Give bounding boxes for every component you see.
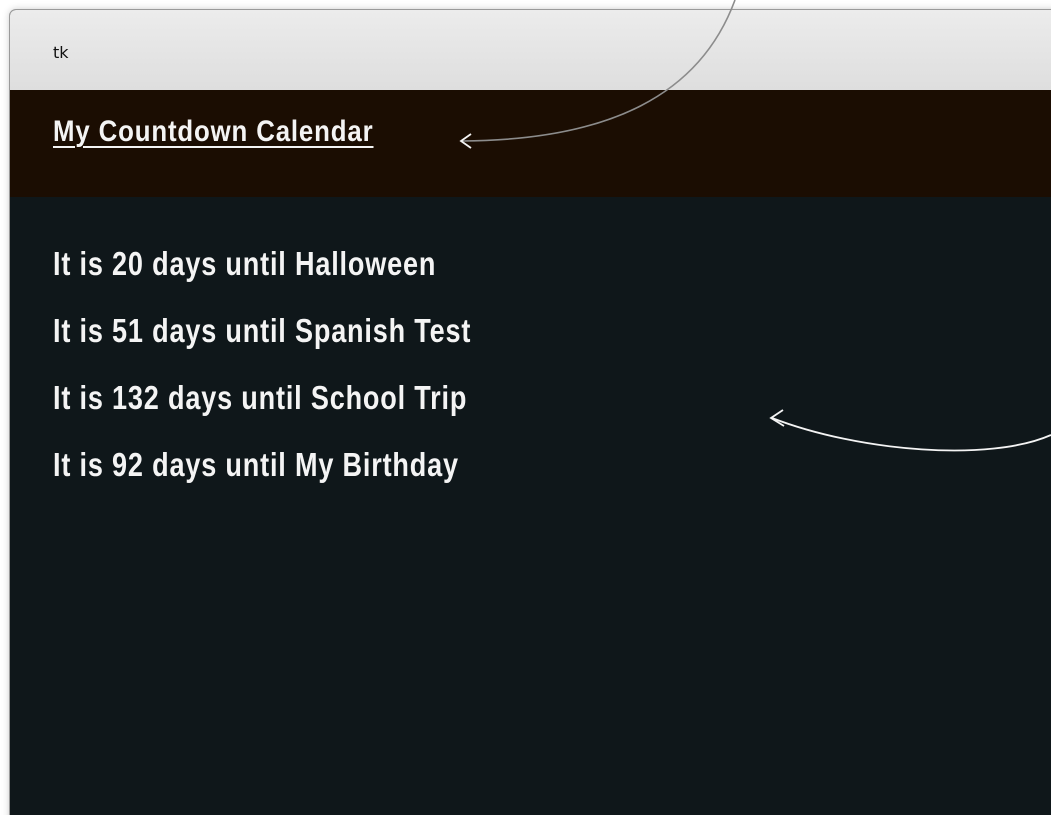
window-titlebar[interactable]: tk bbox=[10, 10, 1051, 91]
countdown-list: It is 20 days until Halloween It is 51 d… bbox=[53, 230, 563, 498]
canvas-header-band: My Countdown Calendar bbox=[10, 90, 1051, 197]
countdown-canvas: It is 20 days until Halloween It is 51 d… bbox=[10, 197, 1051, 815]
calendar-heading: My Countdown Calendar bbox=[53, 115, 374, 148]
screenshot-stage: tk My Countdown Calendar It is 20 days u… bbox=[0, 0, 1051, 815]
countdown-line: It is 51 days until Spanish Test bbox=[53, 312, 472, 349]
countdown-line: It is 92 days until My Birthday bbox=[53, 446, 459, 483]
window-title: tk bbox=[53, 43, 69, 62]
countdown-line: It is 20 days until Halloween bbox=[53, 245, 437, 282]
countdown-line: It is 132 days until School Trip bbox=[53, 379, 468, 416]
tk-window: tk My Countdown Calendar It is 20 days u… bbox=[10, 10, 1051, 815]
